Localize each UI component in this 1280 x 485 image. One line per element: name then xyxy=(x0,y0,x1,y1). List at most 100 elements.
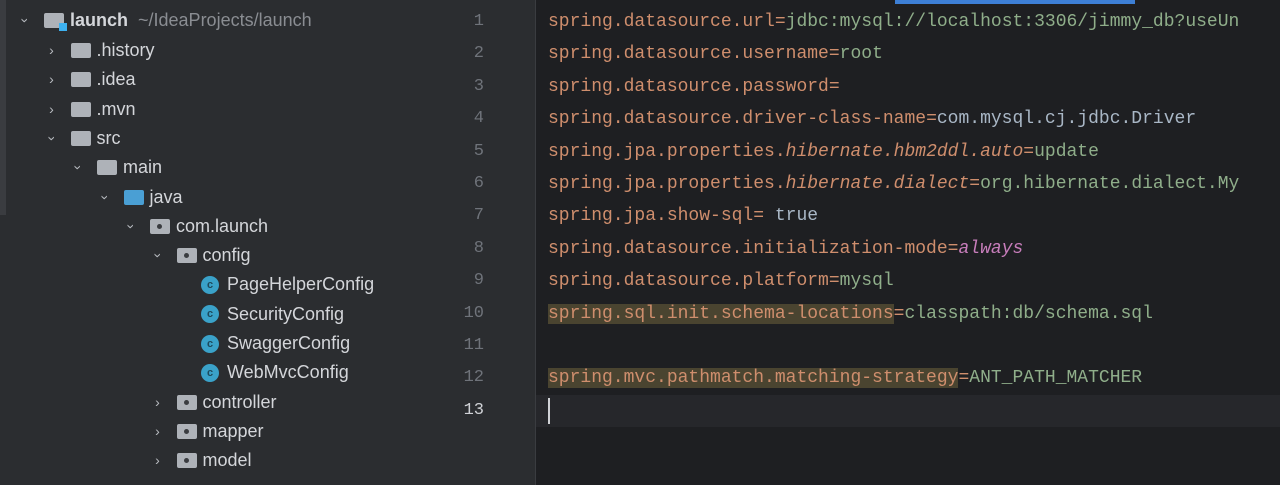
tree-item-label: controller xyxy=(202,391,277,412)
property-key: spring.sql.init.schema-locations xyxy=(548,303,894,324)
chevron-down-icon[interactable]: › xyxy=(64,161,93,175)
separator: = xyxy=(828,271,840,292)
separator: = xyxy=(1023,141,1035,162)
property-value: com.mysql.cj.jdbc.Driver xyxy=(936,109,1197,130)
chevron-right-icon[interactable]: › xyxy=(151,388,165,417)
code-line[interactable]: spring.datasource.url=jdbc:mysql://local… xyxy=(548,7,1280,37)
module-folder-icon xyxy=(44,13,67,31)
line-number: 7 xyxy=(473,206,484,226)
tree-item-mvn[interactable]: › .mvn xyxy=(45,95,135,124)
tree-root-path: ~/IdeaProjects/launch xyxy=(138,10,312,30)
tree-item-label: .idea xyxy=(96,69,136,90)
class-icon: c xyxy=(201,334,219,353)
tree-root-name: launch xyxy=(70,10,129,30)
code-line[interactable] xyxy=(548,331,1280,361)
separator: = xyxy=(828,44,840,65)
code-line[interactable]: spring.datasource.driver-class-name=com.… xyxy=(548,104,1280,134)
code-line[interactable]: spring.sql.init.schema-locations=classpa… xyxy=(548,299,1280,329)
property-value: true xyxy=(774,206,819,227)
tree-item-history[interactable]: › .history xyxy=(45,36,155,65)
tree-item-label: config xyxy=(202,245,251,266)
tree-item-main[interactable]: › main xyxy=(71,153,163,182)
code-line[interactable]: spring.datasource.initialization-mode=al… xyxy=(548,234,1280,264)
separator: = xyxy=(893,303,905,324)
chevron-right-icon[interactable]: › xyxy=(45,36,59,65)
property-key: spring.datasource.password xyxy=(548,76,829,97)
separator: = xyxy=(926,109,937,130)
code-line[interactable]: spring.datasource.platform=mysql xyxy=(548,266,1280,296)
tree-item-pagehelperconfig[interactable]: c PageHelperConfig xyxy=(201,270,374,299)
tree-item-model[interactable]: › model xyxy=(151,446,252,475)
tree-item-config[interactable]: › config xyxy=(150,241,251,270)
property-value: root xyxy=(839,44,883,65)
separator: = xyxy=(969,174,981,194)
package-icon xyxy=(176,453,197,469)
chevron-right-icon[interactable]: › xyxy=(151,446,165,475)
property-key: spring.jpa.show-sql xyxy=(548,206,754,227)
tree-root[interactable]: › launch ~/IdeaProjects/launch xyxy=(18,6,312,35)
chevron-right-icon[interactable]: › xyxy=(45,95,59,124)
line-number: 11 xyxy=(463,336,484,355)
property-value: ANT_PATH_MATCHER xyxy=(969,368,1143,389)
tree-item-label: SwaggerConfig xyxy=(227,333,351,353)
active-tab-indicator xyxy=(895,0,1135,4)
scrollbar[interactable] xyxy=(0,0,6,215)
chevron-down-icon[interactable]: › xyxy=(143,249,172,263)
property-value: org.hibernate.dialect.My xyxy=(980,174,1240,194)
code-line[interactable]: spring.jpa.show-sql= true xyxy=(548,201,1280,231)
property-key: spring.datasource.initialization-mode xyxy=(548,238,948,259)
tree-item-label: PageHelperConfig xyxy=(227,274,375,295)
separator: = xyxy=(947,238,959,259)
property-key: spring.datasource.url xyxy=(548,12,775,32)
class-icon: c xyxy=(201,305,219,324)
chevron-right-icon[interactable]: › xyxy=(151,417,165,446)
code-line[interactable] xyxy=(548,396,1280,426)
line-number: 5 xyxy=(473,141,484,161)
tree-item-mapper[interactable]: › mapper xyxy=(151,417,264,446)
chevron-down-icon[interactable]: › xyxy=(90,190,119,204)
tree-item-label: main xyxy=(123,157,163,178)
property-value: update xyxy=(1034,141,1099,162)
property-key: hibernate.hbm2ddl.auto xyxy=(785,141,1024,162)
chevron-down-icon[interactable]: › xyxy=(11,14,40,28)
class-icon: c xyxy=(201,363,219,382)
line-number: 10 xyxy=(463,303,484,323)
tree-item-securityconfig[interactable]: c SecurityConfig xyxy=(201,300,344,329)
line-number: 2 xyxy=(473,44,484,64)
property-value: mysql xyxy=(839,271,894,292)
tree-item-controller[interactable]: › controller xyxy=(151,388,277,417)
code-line[interactable]: spring.datasource.username=root xyxy=(548,39,1280,69)
tree-item-idea[interactable]: › .idea xyxy=(45,65,136,94)
property-key: spring.jpa.properties. xyxy=(548,141,786,162)
tree-item-label: SecurityConfig xyxy=(227,303,345,324)
tree-item-label: mapper xyxy=(202,420,264,441)
line-number: 4 xyxy=(473,109,484,129)
package-icon xyxy=(176,394,197,410)
folder-icon xyxy=(70,43,91,58)
project-tree-panel: › launch ~/IdeaProjects/launch › .history… xyxy=(0,0,450,485)
code-line[interactable]: spring.jpa.properties.hibernate.dialect=… xyxy=(548,169,1280,199)
code-line[interactable]: spring.datasource.password= xyxy=(548,72,1280,102)
package-icon xyxy=(150,218,170,234)
tree-item-swaggerconfig[interactable]: c SwaggerConfig xyxy=(201,329,350,358)
tree-item-src[interactable]: › src xyxy=(44,124,121,153)
property-key: spring.jpa.properties. xyxy=(548,174,786,194)
property-key: hibernate.dialect xyxy=(785,174,970,194)
code-line[interactable]: spring.mvc.pathmatch.matching-strategy=A… xyxy=(548,363,1280,393)
property-key: spring.datasource.username xyxy=(548,44,829,65)
code-editor[interactable]: spring.datasource.url=jdbc:mysql://local… xyxy=(536,0,1280,485)
separator: = xyxy=(958,368,970,389)
code-line[interactable]: spring.jpa.properties.hibernate.hbm2ddl.… xyxy=(548,137,1280,167)
folder-icon xyxy=(97,160,117,176)
class-icon: c xyxy=(201,275,219,294)
line-number: 9 xyxy=(473,271,484,291)
chevron-right-icon[interactable]: › xyxy=(45,65,59,94)
tree-item-com-launch[interactable]: › com.launch xyxy=(124,212,269,241)
tree-item-label: com.launch xyxy=(176,215,269,236)
tree-item-label: model xyxy=(202,450,252,471)
tree-item-webmvcconfig[interactable]: c WebMvcConfig xyxy=(201,358,349,387)
chevron-down-icon[interactable]: › xyxy=(37,131,66,145)
tree-item-java[interactable]: › java xyxy=(97,183,183,212)
tree-item-label: .history xyxy=(96,40,155,60)
chevron-down-icon[interactable]: › xyxy=(117,219,146,233)
